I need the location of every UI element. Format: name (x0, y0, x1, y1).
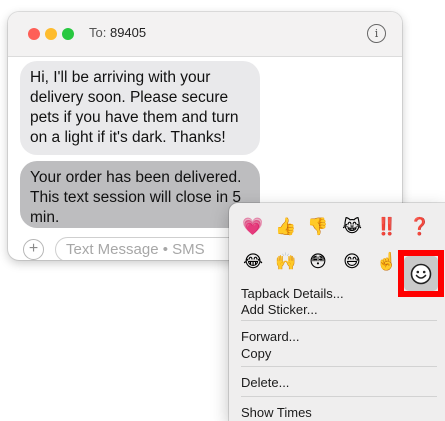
to-label: To: (89, 25, 107, 40)
menu-separator (241, 320, 437, 321)
tapback-question[interactable]: ❓ (406, 213, 434, 241)
emoji-point-up[interactable]: ☝️ (373, 248, 401, 276)
emoji-raised-hands[interactable]: 🙌 (272, 248, 300, 276)
message-bubble-received[interactable]: Hi, I'll be arriving with your delivery … (20, 61, 260, 155)
menu-separator (241, 396, 437, 397)
tapback-thumbs-up[interactable]: 👍 (272, 213, 300, 241)
menu-separator (241, 366, 437, 367)
message-bubble-selected[interactable]: Your order has been delivered. This text… (20, 161, 260, 228)
menu-item-tapback-details[interactable]: Tapback Details... (241, 286, 344, 302)
recipient-field[interactable]: To: 89405 (89, 25, 146, 40)
more-emoji-button[interactable] (404, 256, 438, 291)
emoji-grin-sweat[interactable]: 😅 (338, 248, 366, 276)
message-context-menu: 💗 👍 👎 😹 ‼️ ❓ 😂 🙌 😳 😅 ☝️ Tapback Details.… (229, 203, 445, 421)
menu-item-show-times[interactable]: Show Times (241, 405, 312, 421)
tapback-thumbs-down[interactable]: 👎 (304, 213, 332, 241)
tapback-emphasis[interactable]: ‼️ (373, 213, 401, 241)
zoom-button[interactable] (62, 28, 74, 40)
title-bar: To: 89405 i (8, 12, 402, 57)
emoji-tears-of-joy[interactable]: 😂 (239, 248, 267, 276)
tapback-row: 💗 👍 👎 😹 ‼️ ❓ (229, 213, 445, 243)
tapback-heart[interactable]: 💗 (239, 213, 267, 241)
emoji-flushed[interactable]: 😳 (304, 248, 332, 276)
recipient-number: 89405 (109, 25, 147, 40)
add-attachment-button[interactable]: + (23, 239, 44, 260)
menu-item-copy[interactable]: Copy (241, 346, 271, 362)
info-icon[interactable]: i (367, 24, 386, 43)
menu-item-forward[interactable]: Forward... (241, 329, 300, 345)
smiley-icon (410, 263, 432, 284)
minimize-button[interactable] (45, 28, 57, 40)
tapback-haha[interactable]: 😹 (338, 213, 366, 241)
menu-item-delete[interactable]: Delete... (241, 375, 289, 391)
menu-item-add-sticker[interactable]: Add Sticker... (241, 302, 318, 318)
close-button[interactable] (28, 28, 40, 40)
